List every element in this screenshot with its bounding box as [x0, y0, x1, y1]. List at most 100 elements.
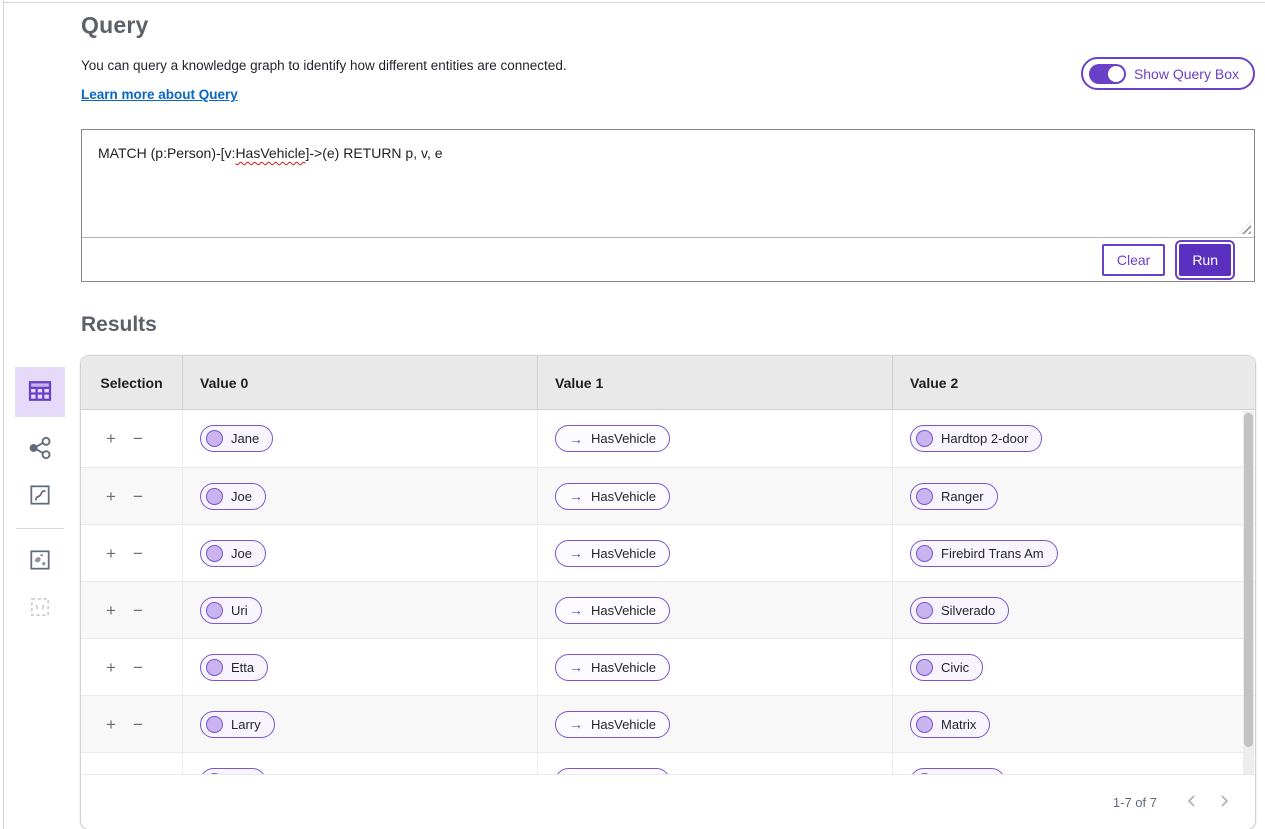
- column-header-value2: Value 2: [892, 356, 1255, 409]
- selection-cell: + −: [81, 753, 182, 774]
- node-pill[interactable]: Civic: [910, 654, 983, 681]
- page-title: Query: [81, 10, 1255, 40]
- node-label: Silverado: [941, 603, 995, 618]
- scrollbar-thumb[interactable]: [1244, 413, 1253, 747]
- add-selection-button[interactable]: +: [106, 545, 116, 562]
- value1-cell: → HasVehicle: [537, 582, 892, 638]
- table-view-button[interactable]: [15, 367, 65, 417]
- value2-cell: Mustang: [892, 753, 1255, 774]
- graph-view-button[interactable]: [15, 434, 65, 464]
- add-selection-button[interactable]: +: [106, 659, 116, 676]
- map-view-icon: [27, 547, 53, 576]
- remove-selection-button[interactable]: −: [133, 602, 143, 619]
- edge-arrow-icon: →: [569, 603, 583, 617]
- table-scrollbar[interactable]: [1243, 411, 1254, 774]
- edge-pill[interactable]: → HasVehicle: [555, 483, 670, 510]
- node-pill[interactable]: Larry: [200, 711, 275, 738]
- chevron-right-icon: [1217, 797, 1231, 812]
- node-label: Larry: [231, 717, 261, 732]
- node-label: Firebird Trans Am: [941, 546, 1044, 561]
- node-icon: [916, 602, 933, 619]
- node-icon: [206, 545, 223, 562]
- chevron-left-icon: [1185, 797, 1199, 812]
- value0-cell: Uri: [182, 582, 537, 638]
- node-icon: [916, 430, 933, 447]
- show-query-box-toggle[interactable]: Show Query Box: [1081, 57, 1255, 90]
- edge-pill[interactable]: → HasVehicle: [555, 711, 670, 738]
- remove-selection-button[interactable]: −: [133, 716, 143, 733]
- edge-pill[interactable]: → HasVehicle: [555, 654, 670, 681]
- selection-cell: + −: [81, 468, 182, 524]
- page-description: You can query a knowledge graph to ident…: [81, 57, 1255, 74]
- toggle-label: Show Query Box: [1134, 66, 1239, 82]
- table-row: + − Joe → HasVehicle: [81, 752, 1255, 774]
- selection-cell: + −: [81, 410, 182, 467]
- run-button[interactable]: Run: [1179, 244, 1231, 276]
- main-content: Query You can query a knowledge graph to…: [81, 0, 1255, 829]
- value0-cell: Larry: [182, 696, 537, 752]
- edge-pill[interactable]: → HasVehicle: [555, 425, 670, 452]
- table-row: + − Uri → HasVehicle: [81, 581, 1255, 638]
- toggle-switch-icon[interactable]: [1089, 64, 1126, 84]
- table-row: + − Jane → HasVehicle: [81, 410, 1255, 467]
- node-icon: [206, 430, 223, 447]
- node-label: Ranger: [941, 489, 984, 504]
- next-page-button[interactable]: [1215, 791, 1233, 814]
- selection-cell: + −: [81, 696, 182, 752]
- query-input[interactable]: MATCH (p:Person)-[v:HasVehicle]->(e) RET…: [82, 130, 1254, 237]
- edge-label: HasVehicle: [591, 603, 656, 618]
- column-header-value0: Value 0: [182, 356, 537, 409]
- selection-cell: + −: [81, 639, 182, 695]
- node-pill[interactable]: Silverado: [910, 597, 1009, 624]
- edge-arrow-icon: →: [569, 717, 583, 731]
- node-icon: [206, 716, 223, 733]
- query-panel: MATCH (p:Person)-[v:HasVehicle]->(e) RET…: [81, 129, 1255, 282]
- value1-cell: → HasVehicle: [537, 696, 892, 752]
- node-pill[interactable]: Etta: [200, 654, 268, 681]
- node-label: Hardtop 2-door: [941, 431, 1028, 446]
- value1-cell: → HasVehicle: [537, 410, 892, 467]
- table-header-row: Selection Value 0 Value 1 Value 2: [81, 356, 1255, 410]
- node-icon: [206, 488, 223, 505]
- edge-label: HasVehicle: [591, 546, 656, 561]
- node-pill[interactable]: Matrix: [910, 711, 990, 738]
- node-icon: [916, 716, 933, 733]
- edge-label: HasVehicle: [591, 489, 656, 504]
- table-body: + − Jane → HasVehicle: [81, 410, 1255, 774]
- node-pill[interactable]: Joe: [200, 540, 266, 567]
- chart-view-icon: [27, 482, 53, 511]
- node-icon: [916, 488, 933, 505]
- node-pill[interactable]: Ranger: [910, 483, 998, 510]
- remove-selection-button[interactable]: −: [133, 545, 143, 562]
- edge-pill[interactable]: → HasVehicle: [555, 597, 670, 624]
- table-row: + − Joe → HasVehicle: [81, 467, 1255, 524]
- previous-page-button[interactable]: [1183, 791, 1201, 814]
- node-icon: [916, 545, 933, 562]
- node-icon: [206, 602, 223, 619]
- raw-view-icon: [27, 594, 53, 623]
- node-pill[interactable]: Jane: [200, 425, 273, 452]
- value2-cell: Hardtop 2-door: [892, 410, 1255, 467]
- chart-view-button[interactable]: [15, 481, 65, 511]
- value0-cell: Joe: [182, 468, 537, 524]
- remove-selection-button[interactable]: −: [133, 488, 143, 505]
- add-selection-button[interactable]: +: [106, 602, 116, 619]
- learn-more-link[interactable]: Learn more about Query: [81, 87, 238, 102]
- query-page: Query You can query a knowledge graph to…: [0, 0, 1265, 829]
- clear-button[interactable]: Clear: [1102, 244, 1165, 276]
- add-selection-button[interactable]: +: [106, 488, 116, 505]
- resize-handle-icon[interactable]: [1238, 221, 1251, 234]
- value2-cell: Matrix: [892, 696, 1255, 752]
- node-pill[interactable]: Joe: [200, 483, 266, 510]
- edge-pill[interactable]: → HasVehicle: [555, 540, 670, 567]
- remove-selection-button[interactable]: −: [133, 659, 143, 676]
- view-switcher: [15, 367, 65, 623]
- node-pill[interactable]: Uri: [200, 597, 262, 624]
- add-selection-button[interactable]: +: [106, 716, 116, 733]
- map-view-button[interactable]: [15, 546, 65, 576]
- value1-cell: → HasVehicle: [537, 525, 892, 581]
- remove-selection-button[interactable]: −: [133, 430, 143, 447]
- node-pill[interactable]: Firebird Trans Am: [910, 540, 1058, 567]
- add-selection-button[interactable]: +: [106, 430, 116, 447]
- node-pill[interactable]: Hardtop 2-door: [910, 425, 1042, 452]
